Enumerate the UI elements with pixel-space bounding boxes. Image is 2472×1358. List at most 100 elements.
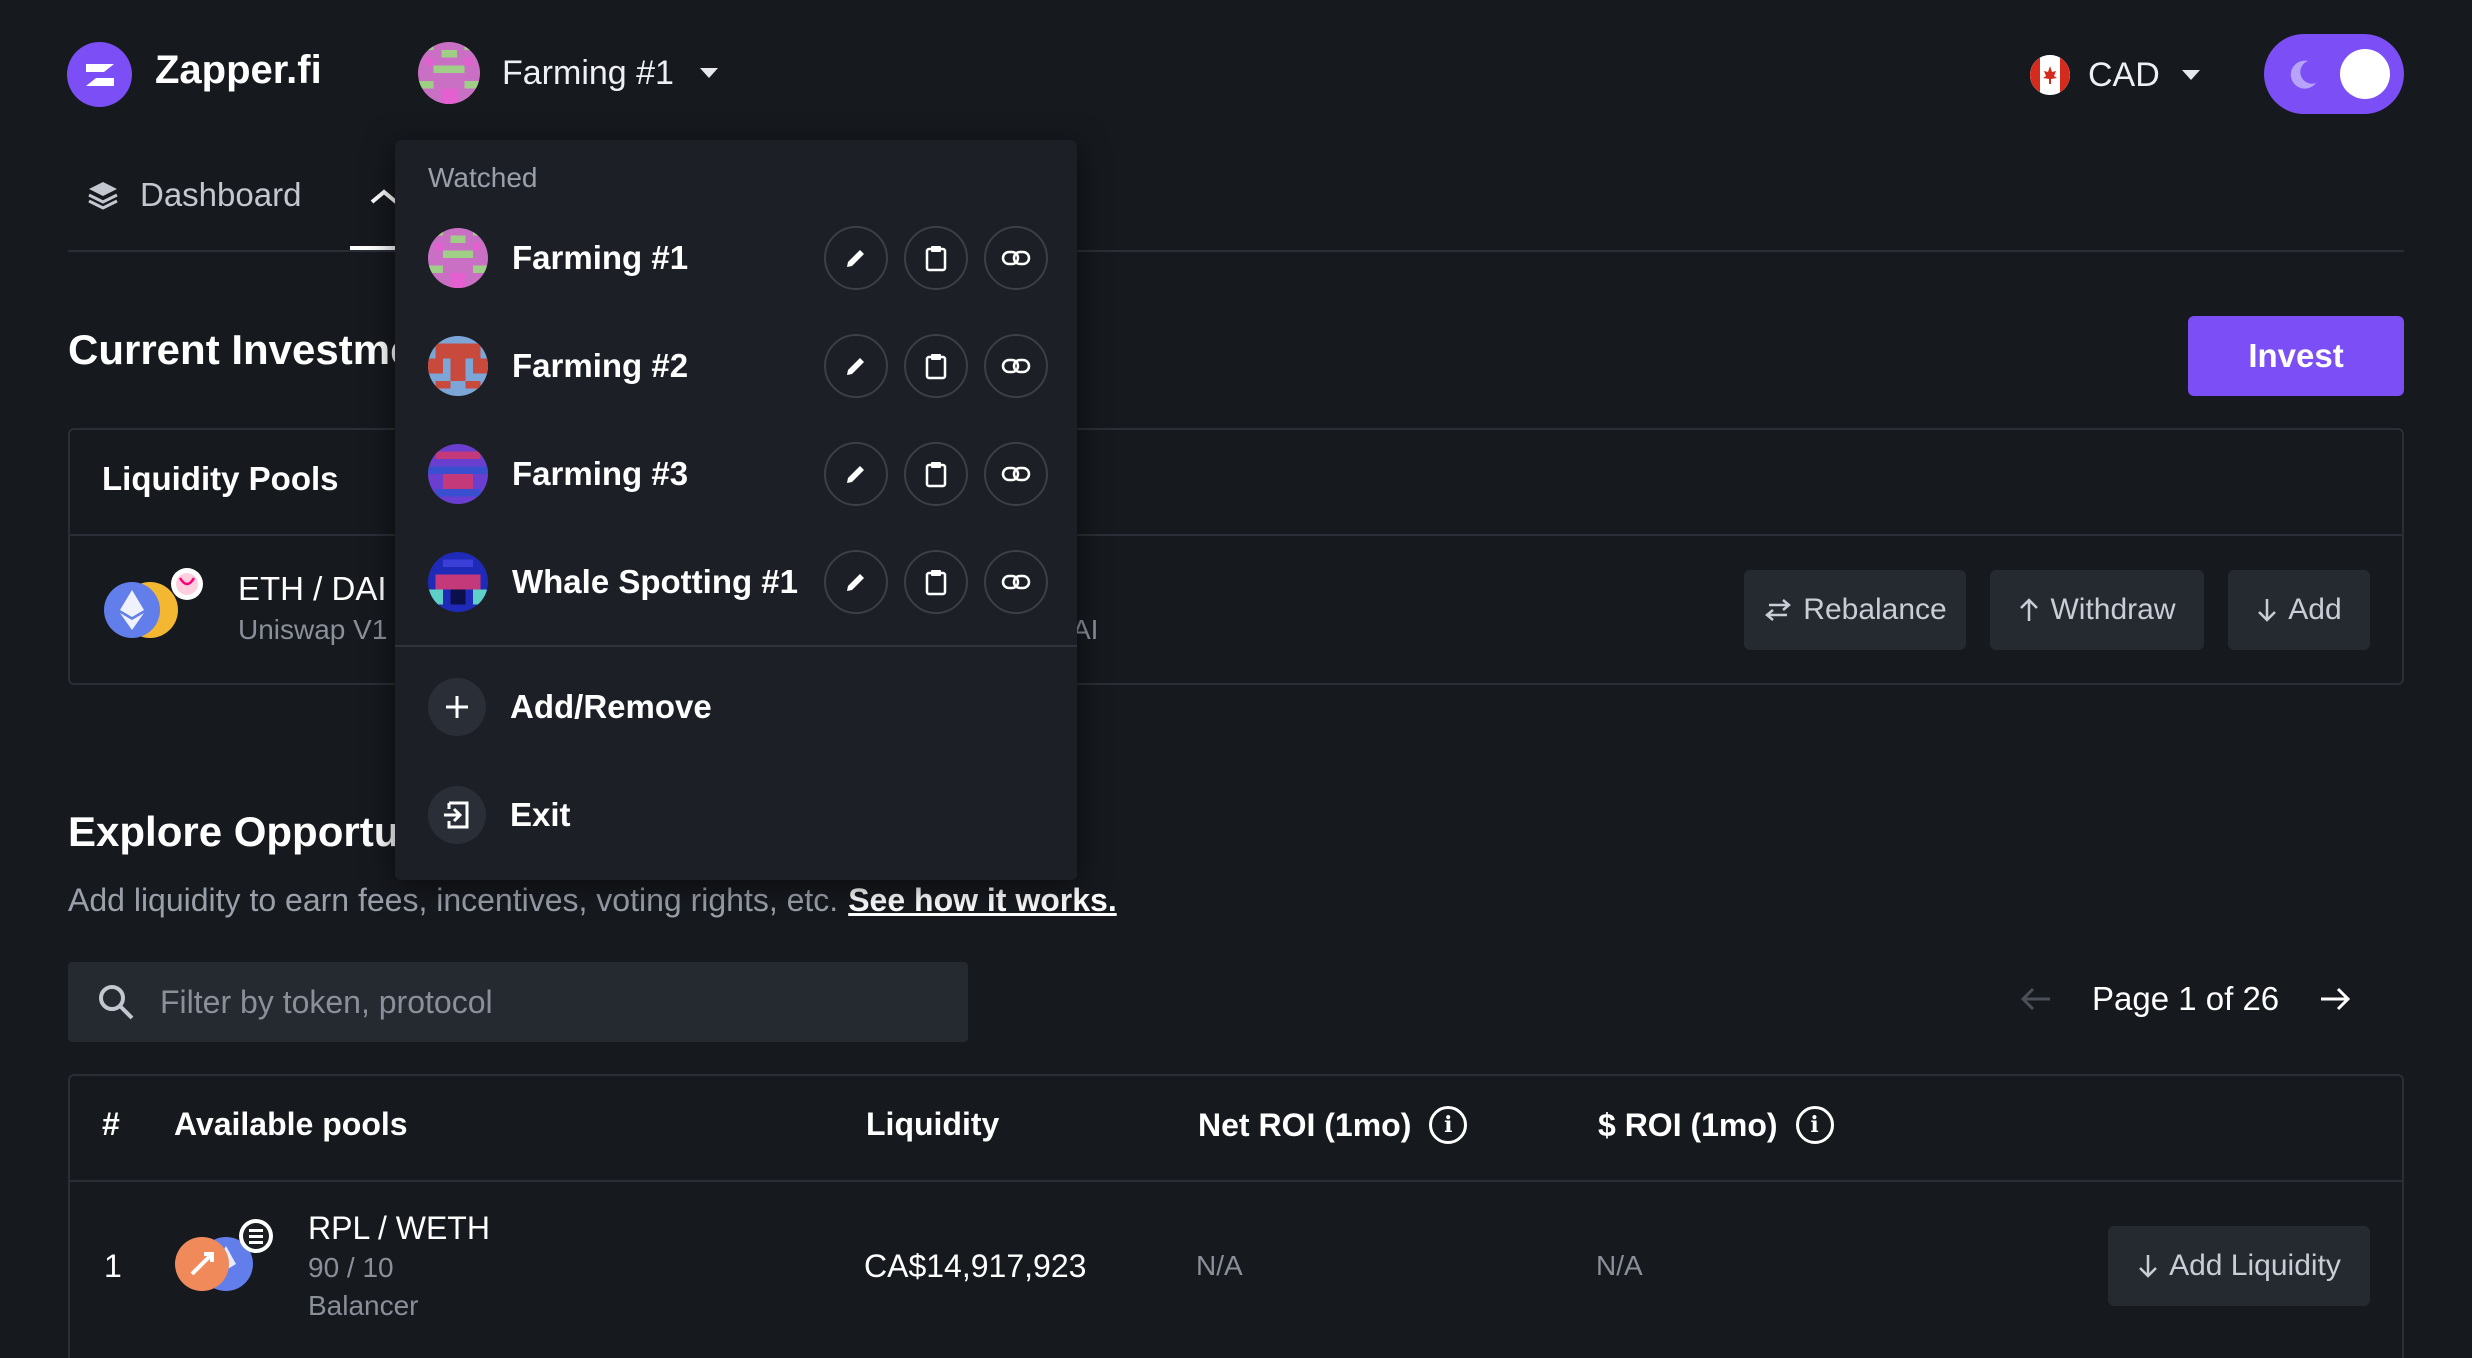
- pencil-icon: [847, 574, 864, 591]
- col-usd-roi-label: $ ROI (1mo): [1598, 1106, 1778, 1143]
- pool-pair[interactable]: RPL / WETH: [308, 1210, 490, 1247]
- search-input[interactable]: [160, 983, 920, 1021]
- info-icon[interactable]: i: [1429, 1106, 1468, 1144]
- toggle-knob: [2340, 49, 2390, 99]
- page-label: Page 1 of 26: [2092, 980, 2280, 1017]
- col-net-roi[interactable]: Net ROI (1mo) i: [1198, 1106, 1468, 1144]
- brand-name: Zapper.fi: [155, 48, 322, 92]
- table-header-divider: [68, 1180, 2404, 1182]
- row-number: 1: [104, 1248, 122, 1284]
- withdraw-label: Withdraw: [2050, 593, 2176, 626]
- link-icon: [1001, 466, 1031, 482]
- tab-dashboard-label: Dashboard: [140, 176, 302, 213]
- col-usd-roi[interactable]: $ ROI (1mo) i: [1598, 1106, 1834, 1144]
- theme-toggle[interactable]: [2264, 34, 2404, 114]
- clipboard-icon: [925, 246, 947, 272]
- withdraw-button[interactable]: Withdraw: [1990, 570, 2204, 650]
- exit-button[interactable]: Exit: [428, 784, 571, 846]
- current-investments-title: Current Investmen: [68, 326, 440, 373]
- col-available-pools[interactable]: Available pools: [174, 1106, 408, 1143]
- arrow-left-icon[interactable]: [2020, 986, 2052, 1012]
- edit-button[interactable]: [824, 334, 888, 398]
- clipboard-icon: [925, 354, 947, 380]
- watched-item[interactable]: Whale Spotting #1: [428, 542, 1048, 622]
- moon-icon: [2290, 60, 2316, 89]
- wallet-name: Farming #1: [512, 239, 689, 276]
- pool-protocol: Balancer: [308, 1290, 419, 1321]
- link-button[interactable]: [984, 442, 1048, 506]
- zapper-logo-icon: [85, 63, 114, 86]
- copy-button[interactable]: [904, 334, 968, 398]
- col-number: #: [102, 1106, 120, 1142]
- pool-ratio: 90 / 10: [308, 1252, 394, 1283]
- pool-liquidity: CA$14,917,923: [864, 1248, 1087, 1284]
- edit-button[interactable]: [824, 550, 888, 614]
- link-icon: [1001, 574, 1031, 590]
- link-button[interactable]: [984, 334, 1048, 398]
- rebalance-button[interactable]: Rebalance: [1744, 570, 1966, 650]
- explore-title: Explore Opportur: [68, 808, 416, 855]
- wallet-name: Whale Spotting #1: [512, 563, 799, 600]
- watched-item[interactable]: Farming #3: [428, 434, 1048, 514]
- pool-usd-roi: N/A: [1596, 1250, 1643, 1281]
- pool-net-roi: N/A: [1196, 1250, 1243, 1281]
- add-button[interactable]: Add: [2228, 570, 2370, 650]
- currency-label: CAD: [2088, 55, 2160, 94]
- col-net-roi-label: Net ROI (1mo): [1198, 1106, 1412, 1143]
- zapper-logo[interactable]: [67, 42, 132, 107]
- link-icon: [1001, 250, 1031, 266]
- link-icon: [1001, 358, 1031, 374]
- see-how-link[interactable]: See how it works.: [848, 882, 1117, 918]
- pool-search[interactable]: [68, 962, 968, 1042]
- edit-button[interactable]: [824, 442, 888, 506]
- canada-flag-icon: [2030, 55, 2070, 95]
- pool-token-icons: [170, 1218, 280, 1298]
- invest-button[interactable]: Invest: [2188, 316, 2404, 396]
- watched-item[interactable]: Farming #1: [428, 218, 1048, 298]
- pair-name: ETH / DAI: [238, 570, 387, 607]
- account-selector[interactable]: Farming #1: [418, 42, 718, 104]
- wallet-avatar: [428, 444, 488, 504]
- clipboard-icon: [925, 462, 947, 488]
- col-liquidity[interactable]: Liquidity: [866, 1106, 999, 1143]
- add-remove-button[interactable]: Add/Remove: [428, 676, 712, 738]
- pair-token-icons: ≡: [100, 564, 220, 644]
- dropdown-divider: [395, 645, 1077, 647]
- pencil-icon: [847, 466, 864, 483]
- arrow-up-icon: [2020, 598, 2039, 621]
- dropdown-header: Watched: [428, 162, 538, 193]
- liquidity-pools-title: Liquidity Pools: [102, 460, 339, 497]
- pencil-icon: [847, 358, 864, 375]
- explore-description: Add liquidity to earn fees, incentives, …: [68, 882, 1117, 919]
- arrow-right-icon[interactable]: [2319, 986, 2351, 1012]
- add-liquidity-button[interactable]: Add Liquidity: [2108, 1226, 2370, 1306]
- copy-button[interactable]: [904, 550, 968, 614]
- currency-selector[interactable]: CAD: [2030, 50, 2200, 100]
- tab-dashboard[interactable]: Dashboard: [86, 176, 301, 214]
- pencil-icon: [847, 250, 864, 267]
- chevron-down-icon: [699, 68, 718, 78]
- add-remove-label: Add/Remove: [510, 688, 712, 725]
- rebalance-label: Rebalance: [1803, 593, 1947, 626]
- info-icon[interactable]: i: [1795, 1106, 1834, 1144]
- pair-protocol: Uniswap V1: [238, 614, 388, 645]
- layers-icon: [88, 182, 118, 210]
- pagination: Page 1 of 26: [2020, 980, 2351, 1018]
- exit-label: Exit: [510, 796, 571, 833]
- copy-button[interactable]: [904, 226, 968, 290]
- edit-button[interactable]: [824, 226, 888, 290]
- link-button[interactable]: [984, 550, 1048, 614]
- link-button[interactable]: [984, 226, 1048, 290]
- arrow-down-icon: [2258, 599, 2277, 622]
- copy-button[interactable]: [904, 442, 968, 506]
- account-avatar: [418, 42, 480, 104]
- watched-item[interactable]: Farming #2: [428, 326, 1048, 406]
- plus-icon: [428, 678, 486, 736]
- explore-description-text: Add liquidity to earn fees, incentives, …: [68, 882, 839, 918]
- chevron-down-icon: [2181, 70, 2200, 80]
- wallet-avatar: [428, 228, 488, 288]
- arrow-down-icon: [2139, 1255, 2157, 1278]
- exit-icon: [428, 786, 486, 844]
- wallet-name: Farming #2: [512, 347, 689, 384]
- clipboard-icon: [925, 570, 947, 596]
